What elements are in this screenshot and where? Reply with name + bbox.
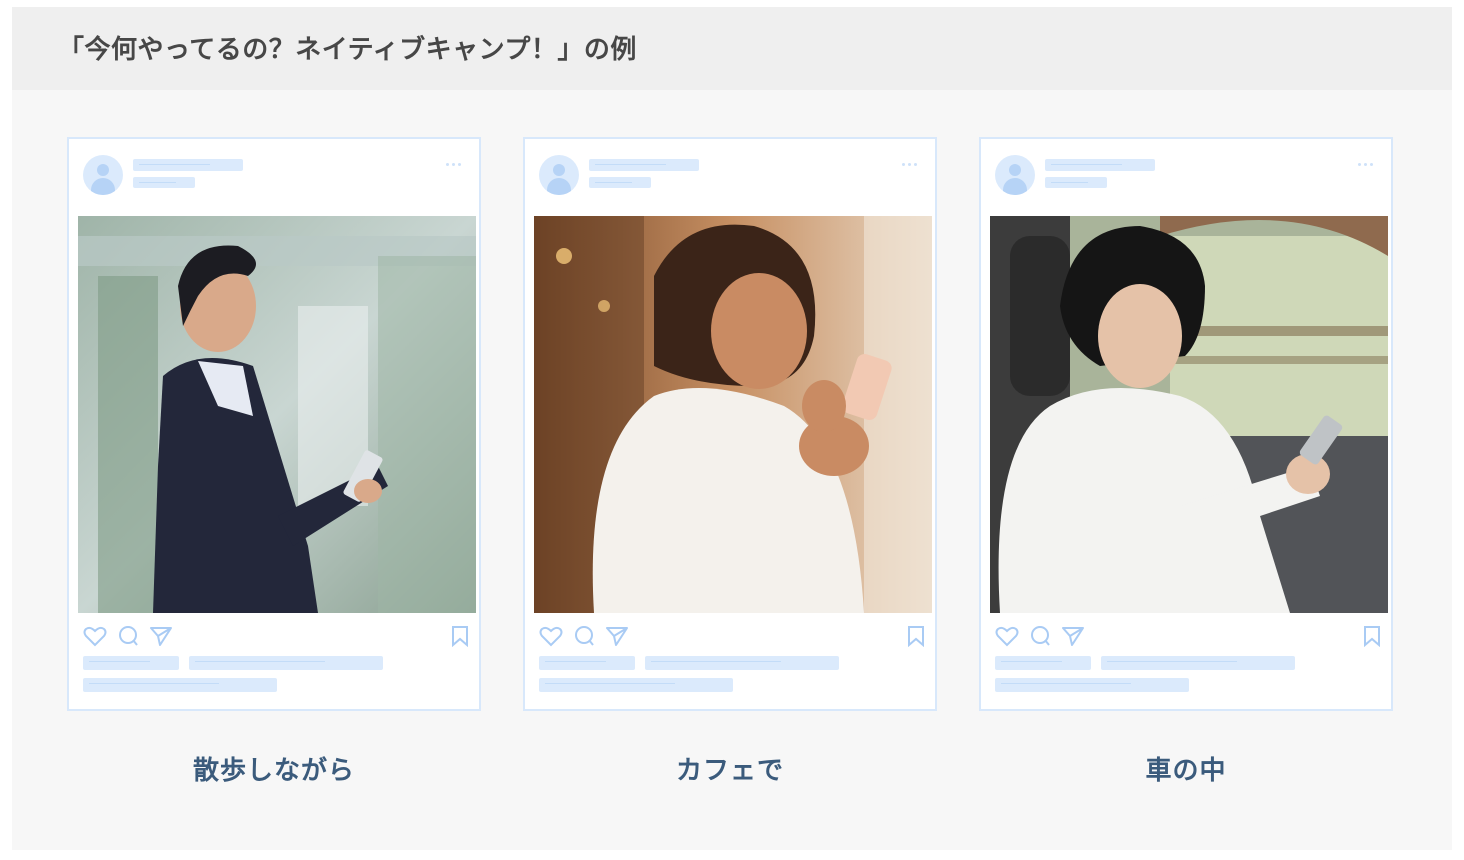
post-card-car (979, 137, 1393, 711)
placeholder-caption-line2 (539, 678, 733, 692)
post-card-cafe (523, 137, 937, 711)
placeholder-caption-line1 (189, 656, 383, 670)
bookmark-icon[interactable] (1363, 625, 1381, 647)
bookmark-icon[interactable] (451, 625, 469, 647)
caption-car: 車の中 (1145, 756, 1227, 786)
heart-icon[interactable] (539, 625, 563, 647)
share-icon[interactable] (605, 625, 629, 647)
placeholder-subtitle (1045, 177, 1107, 188)
more-options-icon[interactable] (1358, 163, 1373, 166)
placeholder-caption-line1 (645, 656, 839, 670)
post-photo (78, 216, 476, 613)
placeholder-username (133, 159, 243, 171)
post-actions (995, 625, 1085, 647)
heart-icon[interactable] (83, 625, 107, 647)
placeholder-subtitle (133, 177, 195, 188)
more-options-icon[interactable] (446, 163, 461, 166)
avatar-icon (83, 155, 123, 195)
section-header: 「今何やってるの？ネイティブキャンプ！」の例 (12, 7, 1452, 90)
post-card-walking (67, 137, 481, 711)
comment-icon[interactable] (1029, 625, 1051, 647)
placeholder-subtitle (589, 177, 651, 188)
more-options-icon[interactable] (902, 163, 917, 166)
avatar-icon (539, 155, 579, 195)
placeholder-username (589, 159, 699, 171)
post-photo (990, 216, 1388, 613)
placeholder-likes (83, 656, 179, 670)
placeholder-likes (539, 656, 635, 670)
bookmark-icon[interactable] (907, 625, 925, 647)
share-icon[interactable] (1061, 625, 1085, 647)
placeholder-caption-line2 (83, 678, 277, 692)
post-photo (534, 216, 932, 613)
comment-icon[interactable] (573, 625, 595, 647)
caption-walking: 散歩しながら (192, 756, 355, 786)
placeholder-caption-line1 (1101, 656, 1295, 670)
share-icon[interactable] (149, 625, 173, 647)
post-actions (83, 625, 173, 647)
placeholder-likes (995, 656, 1091, 670)
caption-cafe: カフェで (675, 756, 784, 786)
placeholder-username (1045, 159, 1155, 171)
heart-icon[interactable] (995, 625, 1019, 647)
section-title: 「今何やってるの？ネイティブキャンプ！」の例 (58, 35, 637, 65)
avatar-icon (995, 155, 1035, 195)
comment-icon[interactable] (117, 625, 139, 647)
post-actions (539, 625, 629, 647)
placeholder-caption-line2 (995, 678, 1189, 692)
